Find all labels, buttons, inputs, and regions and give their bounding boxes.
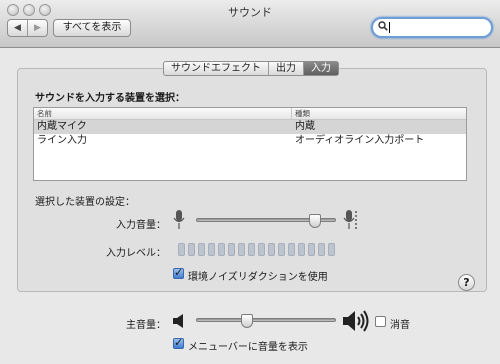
level-segment [258, 243, 265, 256]
text-caret [389, 22, 390, 33]
back-button[interactable]: ◀ [8, 20, 27, 36]
level-segment [288, 243, 295, 256]
mute-checkbox[interactable] [375, 316, 386, 327]
tab-output[interactable]: 出力 [268, 62, 303, 75]
master-volume-slider[interactable] [196, 318, 336, 322]
level-segment [208, 243, 215, 256]
microphone-low-icon [173, 210, 185, 229]
level-segment [308, 243, 315, 256]
mute-label[interactable]: 消音 [390, 316, 410, 331]
master-volume-label: 主音量： [126, 320, 166, 331]
microphone-high-icon [343, 210, 357, 229]
forward-button[interactable]: ▶ [27, 20, 47, 36]
tab-sound-effects[interactable]: サウンドエフェクト [164, 62, 268, 75]
level-segment [178, 243, 185, 256]
input-volume-label: 入力音量： [116, 220, 166, 231]
help-button[interactable]: ? [458, 274, 475, 291]
noise-reduction-label[interactable]: 環境ノイズリダクションを使用 [188, 268, 328, 283]
tab-input[interactable]: 入力 [303, 62, 338, 75]
input-level-label: 入力レベル： [106, 248, 166, 259]
noise-reduction-checkbox[interactable] [173, 266, 184, 279]
window-titlebar: サウンド ◀ ▶ すべてを表示 [0, 0, 500, 48]
speaker-low-icon [173, 314, 183, 328]
level-segment [198, 243, 205, 256]
search-field[interactable] [371, 17, 493, 38]
level-segment [318, 243, 325, 256]
show-volume-in-menubar-label[interactable]: メニューバーに音量を表示 [188, 338, 308, 353]
level-segment [328, 243, 335, 256]
level-segment [218, 243, 225, 256]
level-segment [238, 243, 245, 256]
speaker-high-icon [343, 310, 369, 332]
device-name: 内蔵マイク [37, 121, 87, 132]
master-volume-thumb[interactable] [240, 314, 253, 328]
show-all-button[interactable]: すべてを表示 [53, 19, 131, 37]
level-segment [228, 243, 235, 256]
device-section-label: サウンドを入力する装置を選択： [35, 93, 185, 104]
level-segment [188, 243, 195, 256]
level-segment [278, 243, 285, 256]
level-segment [268, 243, 275, 256]
tab-bar: サウンドエフェクト 出力 入力 [163, 61, 339, 76]
input-device-table: 名前 種類 内蔵マイク 内蔵 ライン入力 オーディオライン入力ポート [33, 107, 467, 181]
show-volume-in-menubar-checkbox[interactable] [173, 336, 184, 349]
table-header: 名前 種類 [34, 108, 466, 120]
input-level-meter [178, 243, 335, 256]
level-segment [248, 243, 255, 256]
nav-segment: ◀ ▶ [7, 19, 48, 37]
device-name: ライン入力 [37, 135, 87, 146]
input-volume-thumb[interactable] [308, 214, 321, 228]
device-type: 内蔵 [295, 121, 315, 132]
device-settings-label: 選択した装置の設定： [35, 197, 135, 208]
column-type-header[interactable]: 種類 [292, 108, 310, 119]
column-name-header[interactable]: 名前 [34, 108, 292, 119]
device-row-builtin-mic[interactable]: 内蔵マイク 内蔵 [34, 120, 466, 134]
search-icon [378, 21, 388, 31]
level-segment [298, 243, 305, 256]
device-row-line-in[interactable]: ライン入力 オーディオライン入力ポート [34, 134, 466, 148]
device-type: オーディオライン入力ポート [295, 135, 425, 146]
